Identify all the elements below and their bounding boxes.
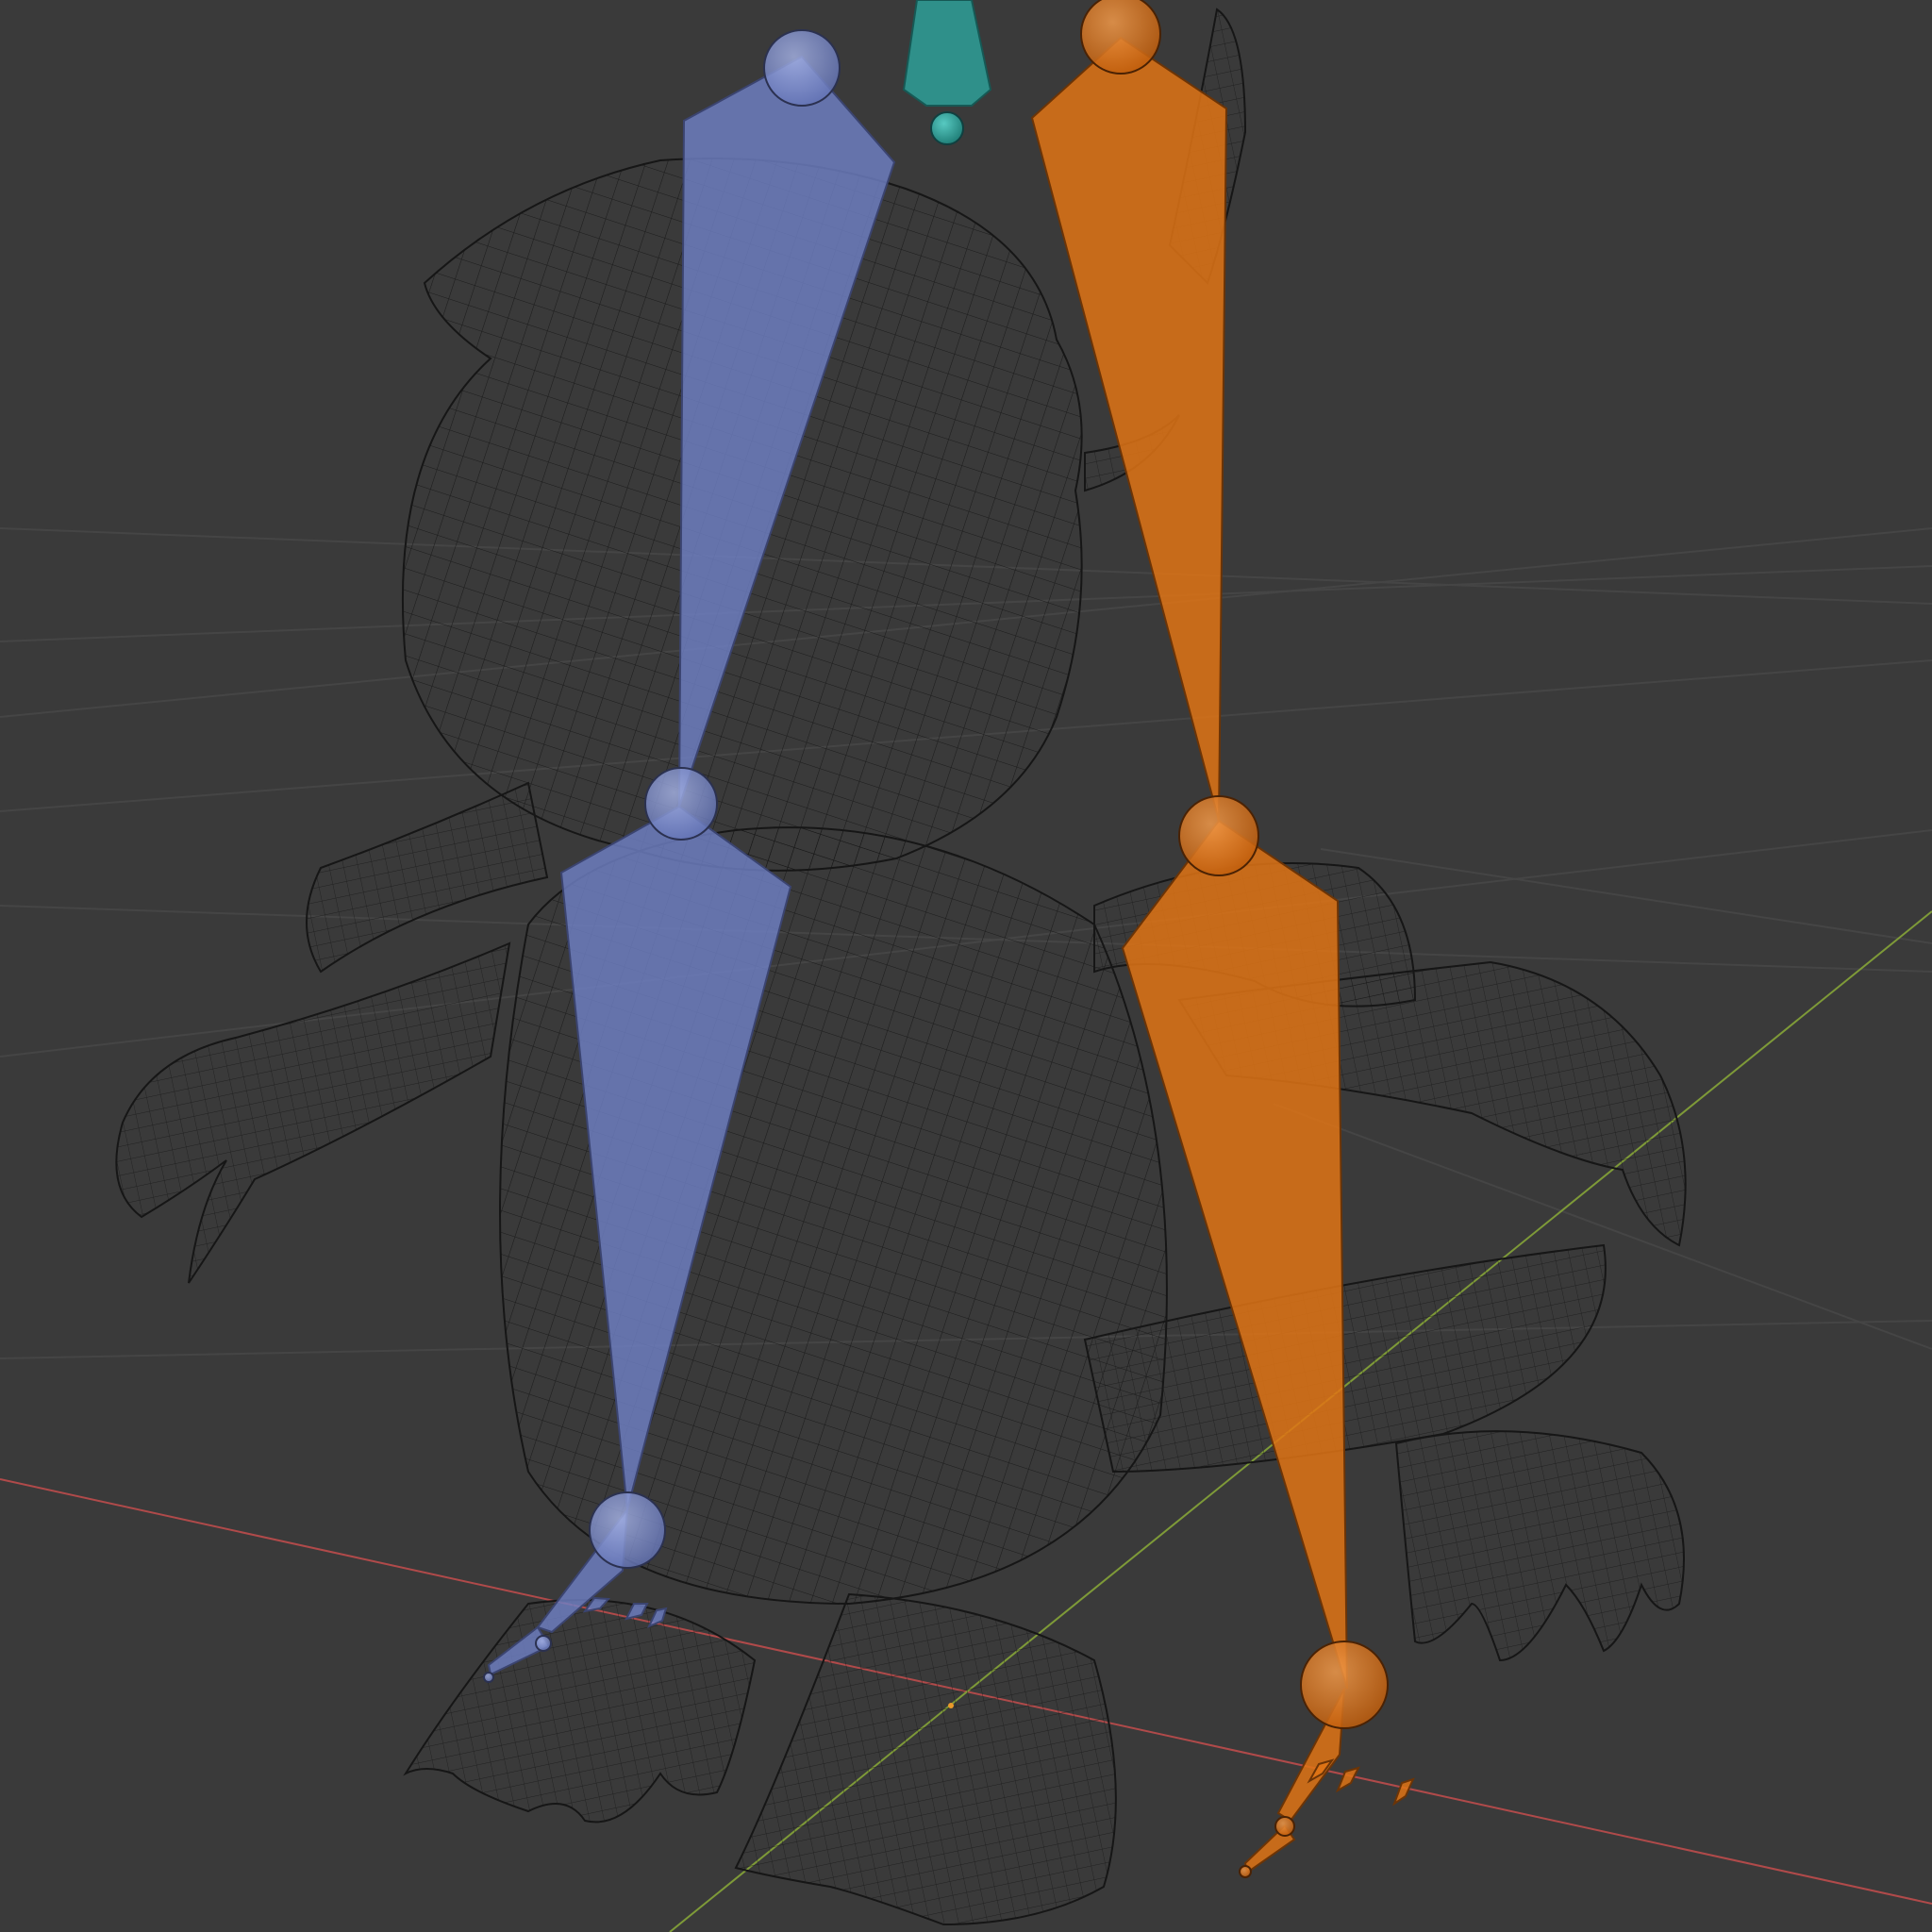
right-toe-small-bone-3[interactable] [1392, 1777, 1415, 1807]
mesh-left-foot [403, 1599, 757, 1824]
right-knee-joint[interactable] [1178, 795, 1259, 876]
viewport-canvas[interactable] [0, 0, 1932, 1932]
right-toe-small-bone-2[interactable] [1336, 1766, 1360, 1793]
mesh-left-wing [306, 781, 549, 974]
right-toe-joint[interactable] [1274, 1816, 1295, 1837]
3d-viewport[interactable] [0, 0, 1932, 1932]
mesh-right-foot [1394, 1430, 1685, 1662]
object-origin-dot [948, 1703, 954, 1708]
creature-wireframe-mesh[interactable] [115, 8, 1687, 1926]
left-hip-joint[interactable] [763, 29, 841, 107]
root-bone[interactable] [902, 0, 992, 107]
root-joint[interactable] [930, 111, 964, 145]
left-knee-joint[interactable] [644, 767, 718, 841]
right-toe-tip-joint[interactable] [1239, 1865, 1252, 1878]
left-toe-joint[interactable] [535, 1635, 552, 1652]
mesh-left-arm [115, 941, 511, 1284]
root-bone-group[interactable] [902, 0, 992, 145]
right-ankle-joint[interactable] [1300, 1641, 1389, 1729]
left-ankle-joint[interactable] [589, 1491, 666, 1569]
left-toe-tip-joint[interactable] [483, 1672, 494, 1683]
mesh-center-foot [734, 1592, 1117, 1926]
right-hip-joint[interactable] [1080, 0, 1161, 75]
